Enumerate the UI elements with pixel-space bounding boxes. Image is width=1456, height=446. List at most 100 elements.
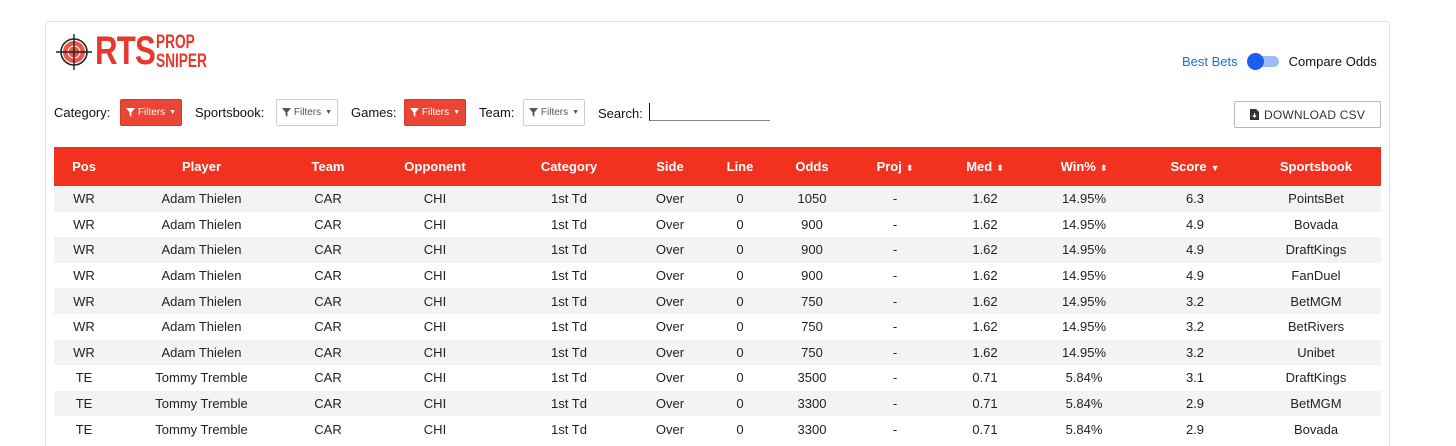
table-row: WR Adam Thielen CAR CHI 1st Td Over 0 750 - 1.62 1… — [54, 339, 1381, 366]
cell-category: 1st Td — [551, 396, 587, 412]
cell-side: Over — [655, 191, 685, 207]
cell-proj: - — [892, 396, 898, 412]
column-header-sportsbook: Sportsbook — [1251, 159, 1381, 174]
column-header-score[interactable]: Score ▼ — [1139, 159, 1251, 174]
sort-desc-icon: ▼ — [1210, 163, 1220, 173]
column-header-player: Player — [114, 159, 289, 174]
cell-score: 2.9 — [1185, 421, 1205, 437]
table-header: Pos Player Team Opponent Category Side Line Odd… — [54, 147, 1381, 186]
cell-sportsbook: Bovada — [1293, 421, 1339, 437]
team-filter-button[interactable]: Filters ▼ — [523, 99, 585, 126]
cell-player: Adam Thielen — [161, 319, 242, 335]
cell-proj: - — [892, 216, 898, 232]
cell-proj: - — [892, 268, 898, 284]
cell-team: CAR — [314, 293, 342, 309]
cell-side: Over — [655, 396, 685, 412]
file-download-icon — [1249, 109, 1259, 120]
column-header-label: Pos — [72, 159, 96, 174]
search-label: Search: — [598, 106, 643, 121]
cell-opponent: CHI — [423, 293, 447, 309]
cell-odds: 750 — [801, 293, 823, 309]
cell-med: 1.62 — [972, 319, 998, 335]
cell-category: 1st Td — [551, 242, 587, 258]
filter-icon — [528, 108, 538, 117]
column-header-win[interactable]: Win% ⬍ — [1029, 159, 1139, 174]
cell-category: 1st Td — [551, 344, 587, 360]
mode-switch[interactable] — [1246, 53, 1279, 70]
cell-med: 1.62 — [972, 344, 998, 360]
cell-odds: 750 — [801, 319, 823, 335]
cell-side: Over — [655, 421, 685, 437]
chevron-down-icon: ▼ — [325, 109, 333, 116]
column-header-proj[interactable]: Proj ⬍ — [849, 159, 941, 174]
cell-win: 14.95% — [1061, 344, 1107, 360]
cell-pos: WR — [73, 344, 95, 360]
cell-score: 4.9 — [1185, 268, 1205, 284]
cell-proj: - — [892, 421, 898, 437]
sportsbook-filter-button[interactable]: Filters ▼ — [276, 99, 338, 126]
cell-opponent: CHI — [423, 344, 447, 360]
sort-icon: ⬍ — [1099, 163, 1108, 173]
cell-odds: 900 — [801, 268, 823, 284]
cell-team: CAR — [314, 319, 342, 335]
cell-win: 14.95% — [1061, 319, 1107, 335]
cell-team: CAR — [314, 268, 342, 284]
best-bets-label[interactable]: Best Bets — [1182, 54, 1238, 69]
games-filter-button[interactable]: Filters ▼ — [404, 99, 466, 126]
props-table: Pos Player Team Opponent Category Side Line Odd… — [54, 147, 1381, 442]
cell-score: 3.1 — [1185, 370, 1205, 386]
column-header-opponent: Opponent — [367, 159, 503, 174]
column-header-med[interactable]: Med ⬍ — [941, 159, 1029, 174]
cell-sportsbook: BetRivers — [1287, 319, 1345, 335]
cell-med: 1.62 — [972, 242, 998, 258]
cell-team: CAR — [314, 344, 342, 360]
cell-team: CAR — [314, 370, 342, 386]
table-row: TE Tommy Tremble CAR CHI 1st Td Over 0 3300 - 0.7… — [54, 390, 1381, 417]
cell-player: Adam Thielen — [161, 216, 242, 232]
cell-win: 14.95% — [1061, 216, 1107, 232]
cell-category: 1st Td — [551, 319, 587, 335]
cell-pos: WR — [73, 293, 95, 309]
cell-team: CAR — [314, 396, 342, 412]
column-header-label: Sportsbook — [1279, 159, 1353, 174]
filter-icon — [409, 108, 419, 117]
table-row: TE Tommy Tremble CAR CHI 1st Td Over 0 3500 - 0.7… — [54, 365, 1381, 391]
cell-side: Over — [655, 242, 685, 258]
download-csv-button[interactable]: DOWNLOAD CSV — [1234, 101, 1381, 128]
cell-proj: - — [892, 293, 898, 309]
compare-odds-label[interactable]: Compare Odds — [1289, 54, 1377, 69]
games-filter-label: Games: — [351, 105, 397, 120]
cell-line: 0 — [736, 216, 744, 232]
cell-proj: - — [892, 370, 898, 386]
chevron-down-icon: ▼ — [169, 109, 177, 116]
category-filter-button[interactable]: Filters ▼ — [120, 99, 182, 126]
cell-med: 1.62 — [972, 216, 998, 232]
cell-category: 1st Td — [551, 293, 587, 309]
cell-side: Over — [655, 344, 685, 360]
cell-side: Over — [655, 370, 685, 386]
filter-icon — [281, 108, 291, 117]
cell-win: 14.95% — [1061, 268, 1107, 284]
cell-opponent: CHI — [423, 319, 447, 335]
cell-sportsbook: DraftKings — [1285, 370, 1347, 386]
cell-score: 3.2 — [1185, 319, 1205, 335]
team-filter-text: Filters — [540, 107, 569, 118]
cell-category: 1st Td — [551, 421, 587, 437]
switch-knob[interactable] — [1246, 53, 1264, 70]
category-filter-text: Filters — [137, 107, 166, 118]
search-input[interactable] — [649, 103, 770, 121]
column-header-label: Opponent — [404, 159, 466, 174]
crosshair-icon — [56, 34, 92, 70]
cell-score: 2.9 — [1185, 396, 1205, 412]
cell-pos: TE — [75, 421, 93, 437]
cell-odds: 1050 — [797, 191, 827, 207]
cell-odds: 750 — [801, 344, 823, 360]
cell-win: 14.95% — [1061, 191, 1107, 207]
cell-line: 0 — [736, 191, 744, 207]
filter-icon — [125, 108, 135, 117]
cell-line: 0 — [736, 421, 744, 437]
column-header-label: Player — [181, 159, 222, 174]
cell-opponent: CHI — [423, 396, 447, 412]
cell-med: 1.62 — [972, 191, 998, 207]
sort-icon: ⬍ — [996, 163, 1004, 173]
